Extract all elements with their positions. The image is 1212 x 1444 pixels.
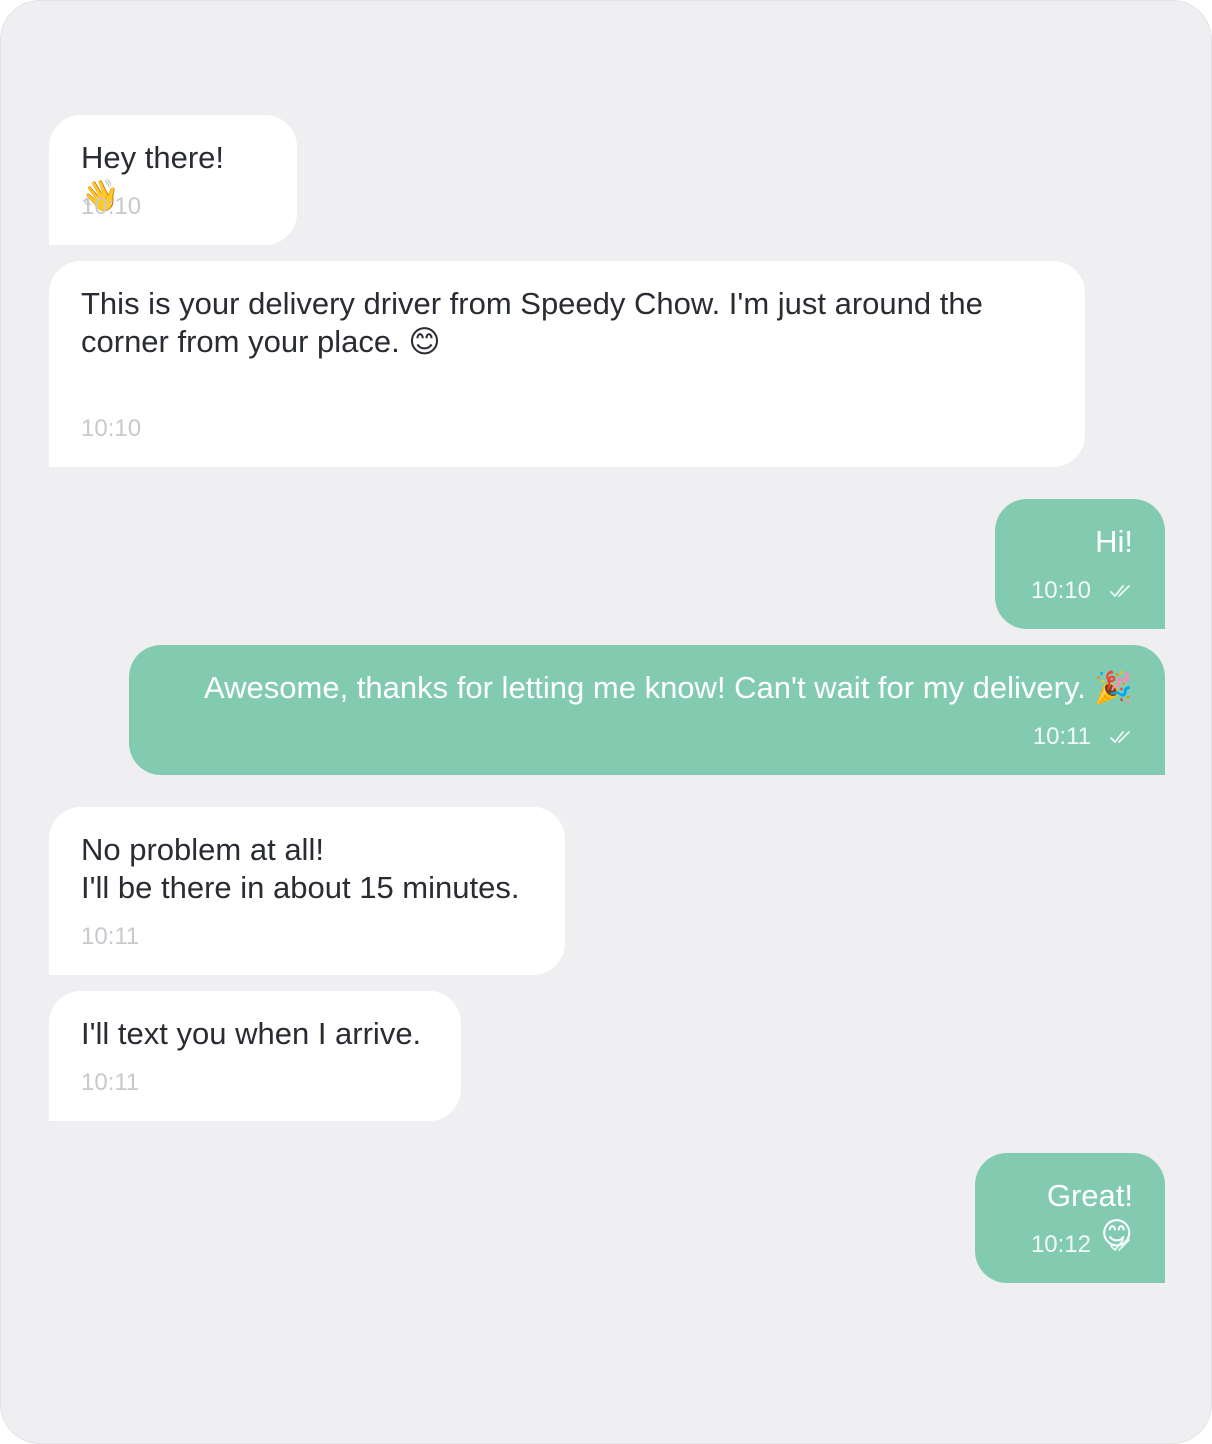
message-timestamp: 10:12 (1030, 1231, 1091, 1258)
message-text: I'll text you when I arrive. (81, 1016, 422, 1051)
message-meta: 10:12 (1031, 1231, 1133, 1259)
message-text: This is your delivery driver from Speedy… (81, 286, 983, 359)
message-meta: 10:10 (81, 415, 141, 443)
message-meta: 10:11 (81, 923, 139, 951)
message-timestamp: 10:10 (1030, 577, 1091, 604)
message-timestamp: 10:11 (81, 1069, 140, 1096)
message-text: Awesome, thanks for letting me know! Can… (204, 670, 1133, 705)
message-bubble-outgoing[interactable]: Great! 😊 10:12 (975, 1153, 1165, 1283)
double-check-icon (1110, 1239, 1130, 1251)
message-meta: 10:11 (81, 1069, 139, 1097)
message-text: No problem at all! I'll be there in abou… (81, 832, 520, 905)
double-check-icon (1110, 585, 1130, 597)
chat-panel: Hey there! 👋 10:10 This is your delivery… (0, 0, 1212, 1444)
message-timestamp: 10:11 (81, 923, 140, 950)
message-text: Hi! (1095, 524, 1133, 559)
message-bubble-incoming[interactable]: I'll text you when I arrive. 10:11 (49, 991, 461, 1121)
message-bubble-outgoing[interactable]: Hi! 10:10 (995, 499, 1165, 629)
message-meta: 10:10 (81, 193, 141, 221)
message-timestamp: 10:10 (81, 193, 142, 220)
double-check-icon (1110, 731, 1130, 743)
message-bubble-incoming[interactable]: Hey there! 👋 10:10 (49, 115, 297, 245)
message-timestamp: 10:11 (1032, 723, 1091, 750)
message-bubble-incoming[interactable]: This is your delivery driver from Speedy… (49, 261, 1085, 467)
message-meta: 10:11 (1033, 723, 1133, 751)
message-timestamp: 10:10 (81, 415, 142, 442)
message-bubble-outgoing[interactable]: Awesome, thanks for letting me know! Can… (129, 645, 1165, 775)
message-bubble-incoming[interactable]: No problem at all! I'll be there in abou… (49, 807, 565, 975)
message-meta: 10:10 (1031, 577, 1133, 605)
